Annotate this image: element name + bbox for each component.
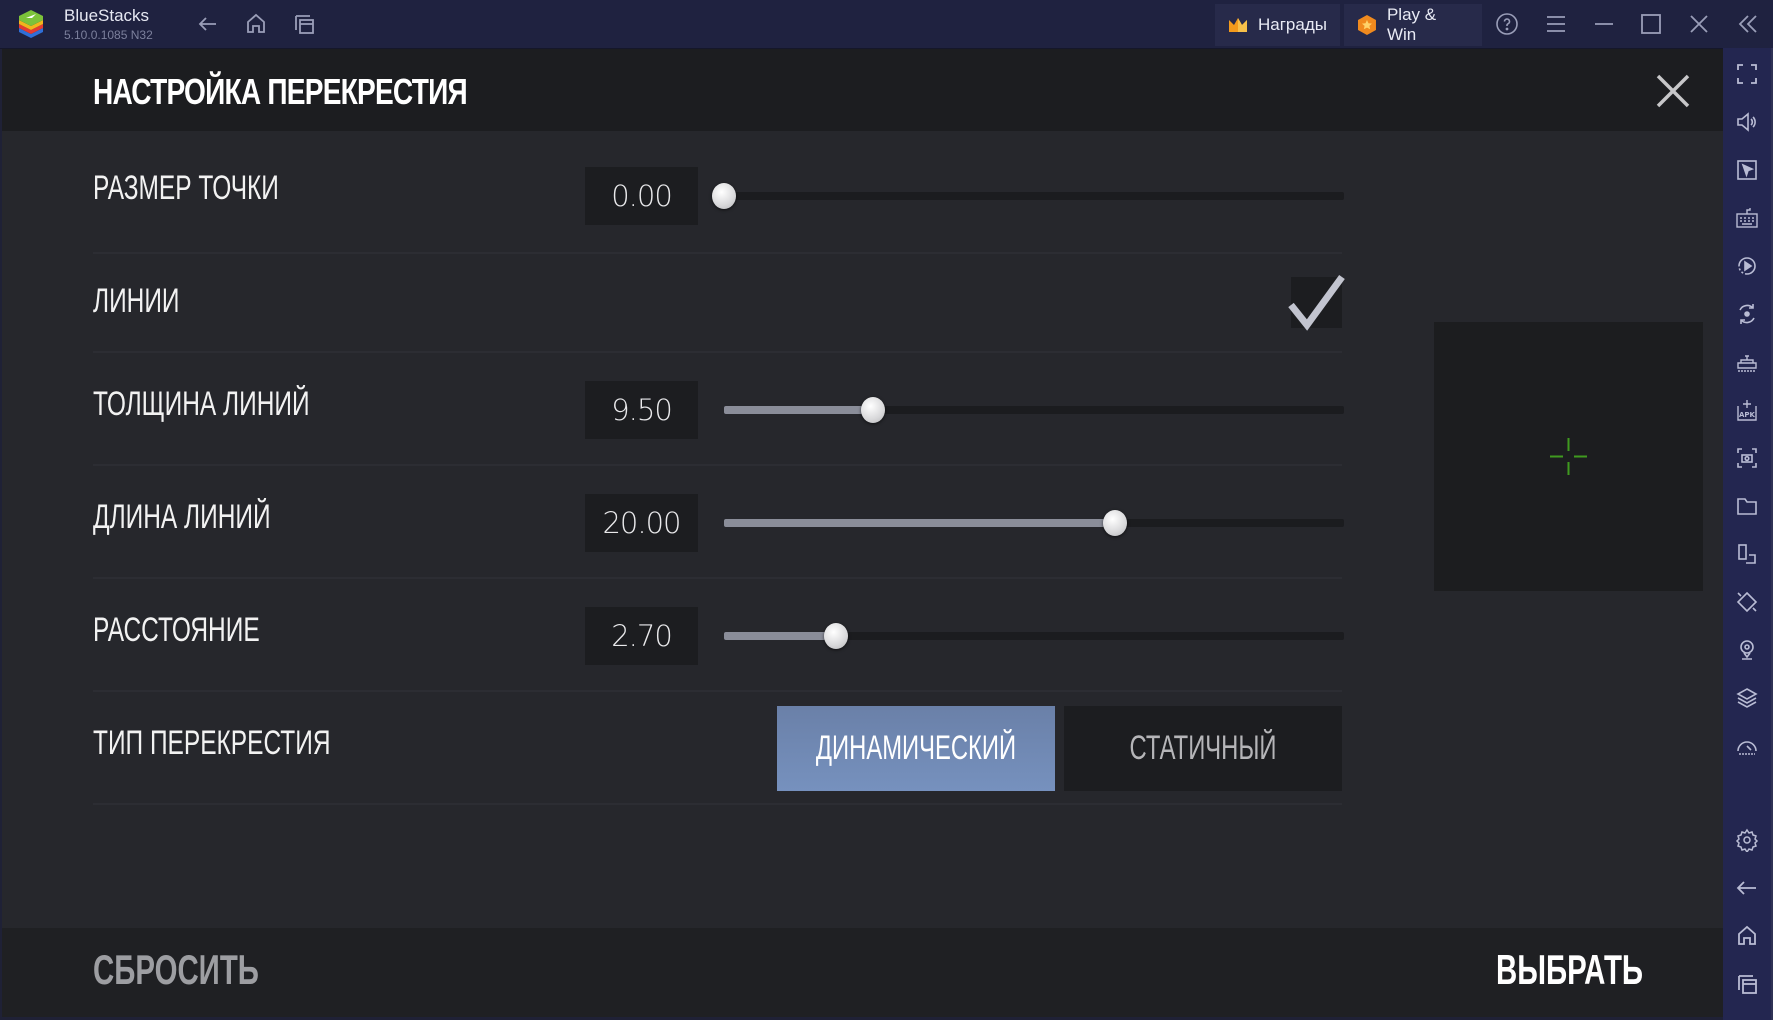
- slider-knob[interactable]: [823, 623, 848, 649]
- crosshair-settings-panel: НАСТРОЙКА ПЕРЕКРЕСТИЯ РАЗМЕР ТОЧКИ 0.00 …: [2, 49, 1723, 1017]
- location-icon[interactable]: [1735, 638, 1759, 662]
- multi-instance-icon[interactable]: [292, 12, 316, 36]
- rotate-icon[interactable]: [1735, 590, 1759, 614]
- distance-value[interactable]: 2.70: [585, 607, 698, 665]
- back-icon[interactable]: [196, 12, 220, 36]
- play-win-badge-icon: [1357, 15, 1376, 35]
- fullscreen-icon[interactable]: [1735, 62, 1759, 86]
- performance-icon[interactable]: [1735, 734, 1759, 758]
- keyboard-icon[interactable]: [1735, 206, 1759, 230]
- line-thickness-slider[interactable]: [724, 397, 1344, 423]
- crosshair-preview: [1434, 322, 1703, 591]
- line-length-value[interactable]: 20.00: [585, 494, 698, 552]
- distance-row: РАССТОЯНИЕ 2.70: [93, 579, 1344, 692]
- crosshair-type-label: ТИП ПЕРЕКРЕСТИЯ: [93, 724, 331, 762]
- dot-size-label: РАЗМЕР ТОЧКИ: [93, 169, 279, 207]
- close-icon: [1656, 74, 1690, 108]
- line-length-label: ДЛИНА ЛИНИЙ: [93, 498, 271, 536]
- macro-play-icon[interactable]: [1735, 254, 1759, 278]
- settings-icon[interactable]: [1735, 828, 1759, 852]
- rewards-button[interactable]: Награды: [1215, 4, 1340, 46]
- slider-knob[interactable]: [860, 397, 885, 423]
- app-name: BlueStacks: [64, 6, 150, 25]
- dynamic-type-button[interactable]: ДИНАМИЧЕСКИЙ: [777, 706, 1055, 791]
- svg-text:APK: APK: [1739, 411, 1756, 419]
- line-thickness-row: ТОЛЩИНА ЛИНИЙ 9.50: [93, 353, 1344, 466]
- checkmark-icon: [1288, 274, 1345, 331]
- install-apk-icon[interactable]: APK: [1735, 398, 1759, 422]
- dot-size-row: РАЗМЕР ТОЧКИ 0.00: [93, 131, 1344, 254]
- home-icon[interactable]: [244, 12, 268, 36]
- slider-knob[interactable]: [1102, 510, 1127, 536]
- close-panel-button[interactable]: [1655, 73, 1691, 109]
- slider-fill: [724, 519, 1115, 527]
- game-controls-icon[interactable]: [1735, 350, 1759, 374]
- select-button[interactable]: ВЫБРАТЬ: [1496, 946, 1643, 994]
- static-type-label: СТАТИЧНЫЙ: [1129, 729, 1277, 767]
- maximize-icon[interactable]: [1639, 12, 1663, 36]
- distance-label: РАССТОЯНИЕ: [93, 611, 260, 649]
- rewards-label: Награды: [1258, 15, 1327, 34]
- lines-row: ЛИНИИ: [93, 254, 1345, 353]
- crown-icon: [1229, 18, 1247, 32]
- crosshair-preview-icon: [1550, 438, 1587, 475]
- collapse-sidebar-icon[interactable]: [1736, 12, 1760, 36]
- slider-knob[interactable]: [712, 183, 736, 209]
- pointer-icon[interactable]: [1735, 158, 1759, 182]
- recent-apps-icon[interactable]: [1735, 972, 1759, 996]
- close-icon[interactable]: [1687, 12, 1711, 36]
- screenshot-icon[interactable]: [1735, 446, 1759, 470]
- play-win-label: Play & Win: [1386, 5, 1437, 44]
- lines-label: ЛИНИИ: [93, 282, 180, 320]
- panel-header: НАСТРОЙКА ПЕРЕКРЕСТИЯ: [2, 49, 1723, 131]
- android-back-icon[interactable]: [1735, 876, 1759, 900]
- static-type-button[interactable]: СТАТИЧНЫЙ: [1064, 706, 1342, 791]
- panel-title: НАСТРОЙКА ПЕРЕКРЕСТИЯ: [93, 71, 468, 112]
- reset-button[interactable]: СБРОСИТЬ: [93, 946, 259, 994]
- multi-instance-manager-icon[interactable]: [1735, 542, 1759, 566]
- dot-size-slider[interactable]: [712, 183, 1344, 209]
- sync-icon[interactable]: [1735, 302, 1759, 326]
- bluestacks-logo-icon: [19, 10, 43, 38]
- volume-icon[interactable]: [1735, 110, 1759, 134]
- slider-fill: [724, 632, 836, 640]
- help-icon[interactable]: [1495, 12, 1519, 36]
- title-bar: BlueStacks 5.10.0.1085 N32 Награды Play …: [0, 0, 1773, 49]
- slider-track: [724, 192, 1344, 200]
- android-home-icon[interactable]: [1735, 924, 1759, 948]
- panel-footer: СБРОСИТЬ ВЫБРАТЬ: [2, 928, 1723, 1017]
- line-thickness-label: ТОЛЩИНА ЛИНИЙ: [93, 385, 310, 423]
- play-win-button[interactable]: Play & Win: [1344, 4, 1482, 46]
- app-version: 5.10.0.1085 N32: [64, 28, 153, 42]
- line-length-slider[interactable]: [724, 510, 1344, 536]
- folder-icon[interactable]: [1735, 494, 1759, 518]
- dynamic-type-label: ДИНАМИЧЕСКИЙ: [815, 729, 1017, 767]
- right-sidebar: APK: [1723, 48, 1773, 1020]
- line-length-row: ДЛИНА ЛИНИЙ 20.00: [93, 466, 1344, 579]
- dot-size-value[interactable]: 0.00: [585, 167, 698, 225]
- distance-slider[interactable]: [724, 623, 1344, 649]
- menu-icon[interactable]: [1544, 12, 1568, 36]
- crosshair-type-row: ТИП ПЕРЕКРЕСТИЯ ДИНАМИЧЕСКИЙ СТАТИЧНЫЙ: [93, 692, 1342, 805]
- minimize-icon[interactable]: [1592, 12, 1616, 36]
- line-thickness-value[interactable]: 9.50: [585, 381, 698, 439]
- lines-checkbox[interactable]: [1288, 274, 1345, 331]
- slider-fill: [724, 406, 873, 414]
- layers-icon[interactable]: [1735, 686, 1759, 710]
